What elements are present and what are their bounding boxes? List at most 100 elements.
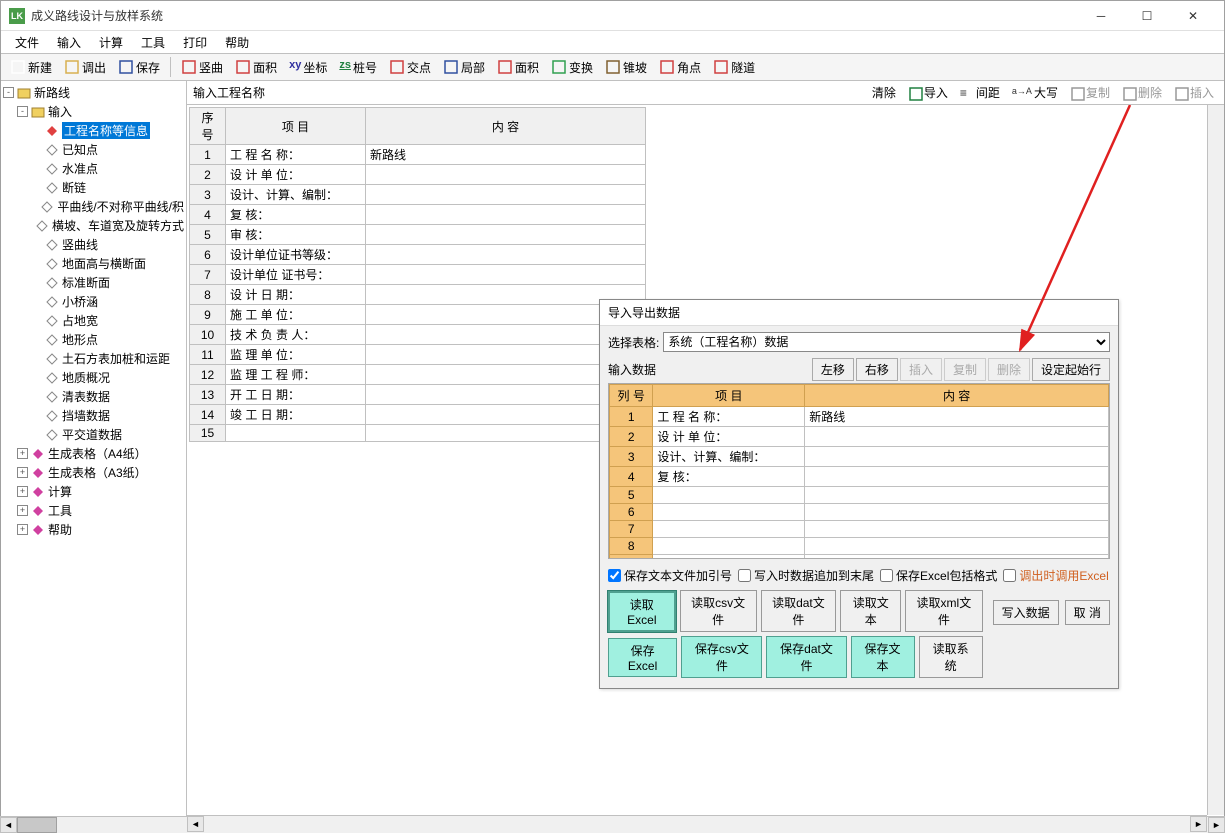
- scroll-right-icon[interactable]: ►: [1190, 816, 1207, 832]
- toolbar-vc[interactable]: 竖曲: [176, 56, 228, 79]
- toolbar-zs[interactable]: zs桩号: [334, 56, 382, 79]
- dlg-读取csv文件-button[interactable]: 读取csv文件: [680, 590, 757, 632]
- dlg-读取系统-button[interactable]: 读取系统: [919, 636, 983, 678]
- scroll-thumb[interactable]: [17, 817, 57, 832]
- dialog-grid-wrap[interactable]: 列 号项 目内 容1工 程 名 称：新路线2设 计 单 位：3设计、计算、编制：…: [608, 383, 1110, 559]
- dlg-保存文本-button[interactable]: 保存文本: [851, 636, 915, 678]
- toolbar-save[interactable]: 保存: [113, 56, 165, 79]
- tree-node[interactable]: 地形点: [3, 330, 184, 349]
- dlg-左移-button[interactable]: 左移: [812, 358, 854, 381]
- dlg-设定起始行-button[interactable]: 设定起始行: [1032, 358, 1110, 381]
- tree-icon: [31, 466, 45, 480]
- menu-item[interactable]: 帮助: [217, 32, 257, 53]
- dlg-check[interactable]: 写入时数据追加到末尾: [738, 567, 874, 584]
- tree-node[interactable]: 工程名称等信息: [3, 121, 184, 140]
- tree-node[interactable]: -新路线: [3, 83, 184, 102]
- dlg-check[interactable]: 保存Excel包括格式: [880, 567, 997, 584]
- dlg-check[interactable]: 调出时调用Excel: [1003, 567, 1108, 584]
- tree-expander-icon[interactable]: +: [17, 448, 28, 459]
- tree-node[interactable]: 占地宽: [3, 311, 184, 330]
- dialog-data-title: 输入数据: [608, 361, 810, 378]
- tree-expander-icon[interactable]: +: [17, 505, 28, 516]
- dlg-读取xml文件-button[interactable]: 读取xml文件: [905, 590, 983, 632]
- toolbar-new[interactable]: 新建: [5, 56, 57, 79]
- sidebar-scrollbar[interactable]: ◄ ►: [1, 816, 187, 832]
- content-vscrollbar[interactable]: [1207, 105, 1224, 815]
- tree-node[interactable]: +生成表格（A4纸）: [3, 444, 184, 463]
- tree-node[interactable]: 土石方表加桩和运距: [3, 349, 184, 368]
- tree-node[interactable]: +生成表格（A3纸）: [3, 463, 184, 482]
- dlg-写入数据-button[interactable]: 写入数据: [993, 600, 1059, 625]
- dlg-删除-button[interactable]: 删除: [988, 358, 1030, 381]
- tree-icon: [45, 162, 59, 176]
- menu-item[interactable]: 计算: [91, 32, 131, 53]
- main-grid[interactable]: 序 号项 目内 容1工 程 名 称：新路线2设 计 单 位：3设计、计算、编制：…: [189, 107, 646, 442]
- dlg-复制-button[interactable]: 复制: [944, 358, 986, 381]
- tree-node[interactable]: 已知点: [3, 140, 184, 159]
- tree-node[interactable]: 地质概况: [3, 368, 184, 387]
- dlg-插入-button[interactable]: 插入: [900, 358, 942, 381]
- menu-item[interactable]: 文件: [7, 32, 47, 53]
- dlg-保存dat文件-button[interactable]: 保存dat文件: [766, 636, 846, 678]
- tree-icon: [45, 314, 59, 328]
- maximize-button[interactable]: ☐: [1124, 1, 1170, 31]
- header-清除-button[interactable]: 清除: [852, 83, 900, 102]
- header-间距-button[interactable]: ≡间距: [956, 83, 1004, 102]
- toolbar-open[interactable]: 调出: [59, 56, 111, 79]
- tree-icon: [45, 352, 59, 366]
- dlg-check[interactable]: 保存文本文件加引号: [608, 567, 732, 584]
- tree-node[interactable]: 水准点: [3, 159, 184, 178]
- toolbar-sd[interactable]: 隧道: [708, 56, 760, 79]
- menu-item[interactable]: 输入: [49, 32, 89, 53]
- toolbar-area2[interactable]: 面积: [492, 56, 544, 79]
- tree-node[interactable]: +工具: [3, 501, 184, 520]
- dlg-保存Excel-button[interactable]: 保存Excel: [608, 638, 677, 677]
- toolbar-jb[interactable]: 局部: [438, 56, 490, 79]
- tree-node[interactable]: -输入: [3, 102, 184, 121]
- dlg-读取文本-button[interactable]: 读取文本: [840, 590, 901, 632]
- header-导入-button[interactable]: 导入: [904, 83, 952, 102]
- sd-icon: [713, 59, 729, 75]
- toolbar-jdn[interactable]: 角点: [654, 56, 706, 79]
- header-大写-button[interactable]: a→A大写: [1008, 83, 1062, 102]
- menu-item[interactable]: 工具: [133, 32, 173, 53]
- tree-node[interactable]: 断链: [3, 178, 184, 197]
- tree-node[interactable]: +计算: [3, 482, 184, 501]
- tree-expander-icon[interactable]: +: [17, 486, 28, 497]
- dlg-取 消-button[interactable]: 取 消: [1065, 600, 1110, 625]
- toolbar-area[interactable]: 面积: [230, 56, 282, 79]
- scroll-left-icon[interactable]: ◄: [1, 817, 17, 832]
- dlg-读取Excel-button[interactable]: 读取Excel: [608, 591, 676, 632]
- dlg-保存csv文件-button[interactable]: 保存csv文件: [681, 636, 762, 678]
- tree-expander-icon[interactable]: +: [17, 467, 28, 478]
- tree-node[interactable]: 挡墙数据: [3, 406, 184, 425]
- toolbar-bh[interactable]: 变换: [546, 56, 598, 79]
- content-scrollbar[interactable]: ◄ ►: [187, 815, 1207, 832]
- toolbar-jd[interactable]: 交点: [384, 56, 436, 79]
- tree-expander-icon[interactable]: -: [3, 87, 14, 98]
- tree-expander-icon[interactable]: +: [17, 524, 28, 535]
- tree-node[interactable]: 清表数据: [3, 387, 184, 406]
- jdn-icon: [659, 59, 675, 75]
- main-area: -新路线-输入工程名称等信息已知点水准点断链平曲线/不对称平曲线/积横坡、车道宽…: [1, 81, 1224, 832]
- dialog-grid[interactable]: 列 号项 目内 容1工 程 名 称：新路线2设 计 单 位：3设计、计算、编制：…: [609, 384, 1109, 559]
- minimize-button[interactable]: ─: [1078, 1, 1124, 31]
- tree-expander-icon[interactable]: -: [17, 106, 28, 117]
- toolbar-xy[interactable]: xy坐标: [284, 56, 332, 79]
- tree-node[interactable]: 标准断面: [3, 273, 184, 292]
- dlg-右移-button[interactable]: 右移: [856, 358, 898, 381]
- tree-node[interactable]: 小桥涵: [3, 292, 184, 311]
- excel-icon: [908, 86, 922, 100]
- menu-item[interactable]: 打印: [175, 32, 215, 53]
- select-table-dropdown[interactable]: 系统（工程名称）数据: [663, 332, 1110, 352]
- dlg-读取dat文件-button[interactable]: 读取dat文件: [761, 590, 837, 632]
- toolbar-zp[interactable]: 锥坡: [600, 56, 652, 79]
- scroll-left-icon[interactable]: ◄: [187, 816, 204, 832]
- tree-node[interactable]: +帮助: [3, 520, 184, 539]
- tree-node[interactable]: 竖曲线: [3, 235, 184, 254]
- tree-node[interactable]: 平交道数据: [3, 425, 184, 444]
- tree-node[interactable]: 横坡、车道宽及旋转方式: [3, 216, 184, 235]
- tree-node[interactable]: 平曲线/不对称平曲线/积: [3, 197, 184, 216]
- close-button[interactable]: ✕: [1170, 1, 1216, 31]
- tree-node[interactable]: 地面高与横断面: [3, 254, 184, 273]
